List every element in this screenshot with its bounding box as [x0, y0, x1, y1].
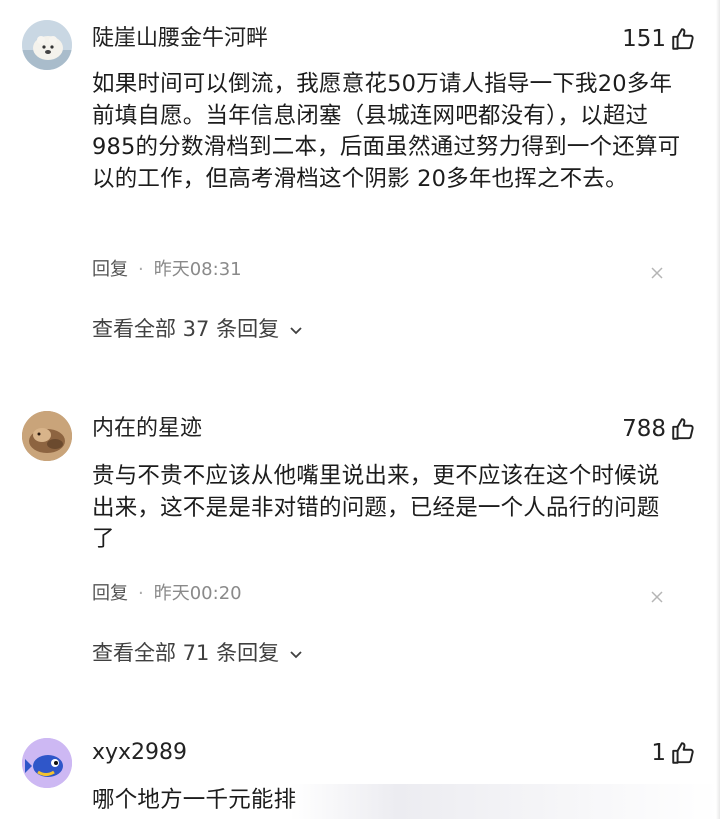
thumbs-up-icon[interactable] [670, 740, 696, 766]
comment-item: xyx2989 1 哪个地方一千元能排 [0, 0, 720, 819]
blue-fish-cartoon-avatar-icon [22, 738, 72, 788]
truncation-fade [290, 784, 720, 819]
like-count: 1 [651, 740, 666, 766]
comment-list-page: 陡崖山腰金牛河畔 151 如果时间可以倒流，我愿意花50万请人指导一下我20多年… [0, 0, 720, 819]
scroll-edge [716, 0, 720, 819]
username[interactable]: xyx2989 [92, 738, 187, 768]
user-avatar[interactable] [22, 738, 72, 788]
